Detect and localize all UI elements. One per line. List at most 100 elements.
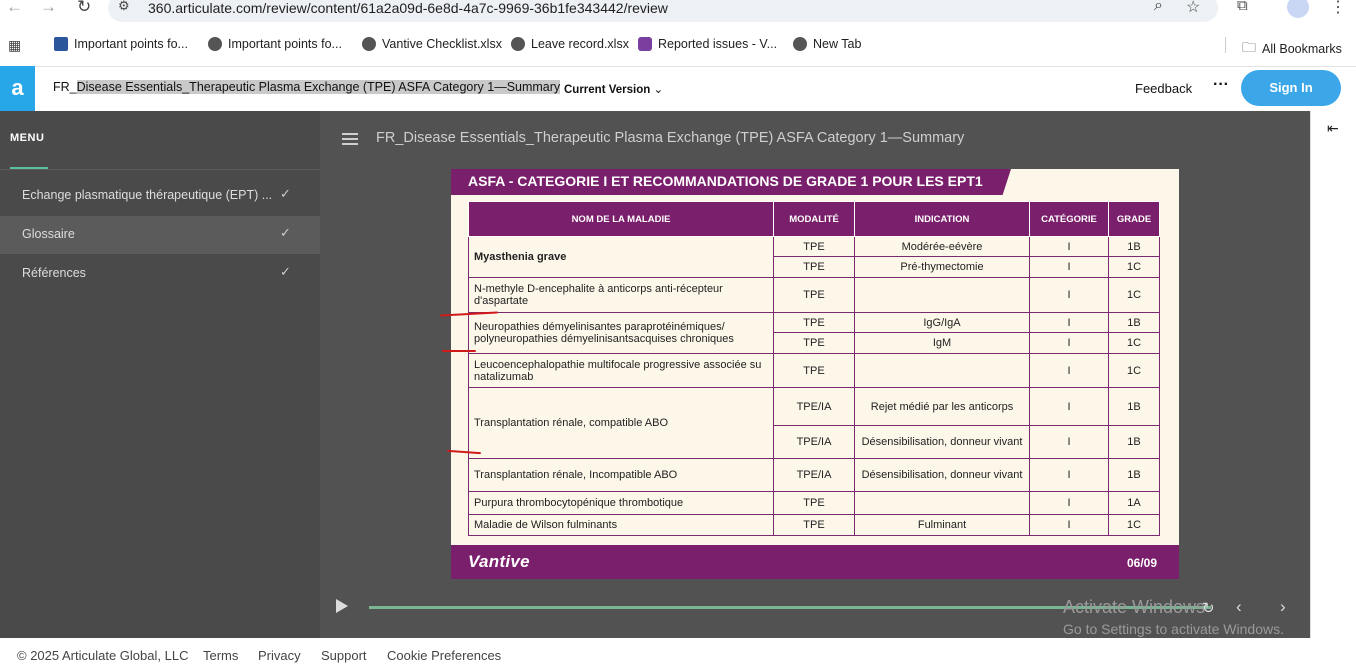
bookmark-item[interactable]: Reported issues - V... [638, 37, 777, 51]
dots-logo-icon [638, 37, 652, 51]
modality-cell: TPE [773, 514, 855, 536]
globe-icon [511, 37, 525, 51]
table-row: Myasthenia grave TPE Modérée-eévère I 1B [468, 236, 1160, 278]
windows-watermark-title: Activate Windows [1063, 597, 1206, 617]
category-cell: I [1029, 491, 1109, 515]
asfa-table: NOM DE LA MALADIE MODALITÉ INDICATION CA… [468, 201, 1160, 536]
globe-icon [362, 37, 376, 51]
forward-icon[interactable]: → [40, 0, 57, 17]
modality-cell: TPE/IA [773, 425, 855, 459]
site-info-icon[interactable]: ⚙ [118, 0, 130, 14]
table-row: Transplantation rénale, Incompatible ABO… [468, 458, 1160, 492]
zoom-icon[interactable]: ⌕ [1154, 0, 1163, 15]
modality-cell: TPE/IA [773, 387, 855, 426]
grade-cell: 1C [1108, 256, 1160, 278]
menu-label: MENU [10, 132, 45, 144]
table-row: Neuropathies démyelinisantes paraprotéin… [468, 312, 1160, 354]
bookmark-item[interactable]: New Tab [793, 37, 861, 51]
check-icon: ✓ [280, 225, 291, 240]
category-cell: I [1029, 425, 1109, 459]
disease-cell: Neuropathies démyelinisantes paraprotéin… [468, 312, 774, 354]
document-title: FR_Disease Essentials_Therapeutic Plasma… [53, 80, 561, 94]
disease-cell: Transplantation rénale, Incompatible ABO [468, 458, 774, 492]
grade-cell: 1B [1108, 458, 1160, 492]
category-cell: I [1029, 387, 1109, 426]
category-cell: I [1029, 353, 1109, 388]
next-slide-icon[interactable]: › [1280, 597, 1286, 617]
hamburger-menu-icon[interactable] [342, 133, 358, 145]
disease-cell: Leucoencephalopathie multifocale progres… [468, 353, 774, 388]
indication-cell [854, 491, 1030, 515]
indication-cell: Fulminant [854, 514, 1030, 536]
category-cell: I [1029, 312, 1109, 333]
pen-annotation [442, 350, 476, 352]
collapse-panel-icon[interactable]: ⇤ [1327, 120, 1339, 137]
browser-menu-icon[interactable]: ⋮ [1330, 0, 1346, 17]
column-header: NOM DE LA MALADIE [468, 201, 774, 237]
word-icon [54, 37, 68, 51]
url-text[interactable]: 360.articulate.com/review/content/61a2a0… [148, 0, 668, 16]
column-header: INDICATION [854, 201, 1030, 237]
chevron-down-icon: ⌄ [653, 84, 664, 96]
modality-cell: TPE [773, 256, 855, 278]
table-header-row: NOM DE LA MALADIE MODALITÉ INDICATION CA… [468, 201, 1160, 237]
modality-cell: TPE [773, 353, 855, 388]
grade-cell: 1B [1108, 236, 1160, 257]
copyright: © 2025 Articulate Global, LLC [17, 648, 189, 663]
disease-cell: N-methyle D-encephalite à anticorps anti… [468, 277, 774, 313]
extensions-icon[interactable]: ⧉ [1237, 0, 1248, 14]
footer-link-privacy[interactable]: Privacy [258, 648, 301, 663]
sidebar-item-ept[interactable]: Echange plasmatique thérapeutique (EPT) … [0, 177, 320, 215]
sidebar-item-glossaire[interactable]: Glossaire ✓ [0, 216, 320, 254]
modality-cell: TPE/IA [773, 458, 855, 492]
previous-slide-icon[interactable]: ‹ [1236, 597, 1242, 617]
column-header: GRADE [1108, 201, 1160, 237]
category-cell: I [1029, 256, 1109, 278]
indication-cell [854, 277, 1030, 313]
feedback-button[interactable]: Feedback [1135, 81, 1192, 96]
modality-cell: TPE [773, 491, 855, 515]
table-row: Maladie de Wilson fulminants TPE Fulmina… [468, 514, 1160, 536]
bookmark-item[interactable]: Important points fo... [54, 37, 188, 51]
disease-cell: Maladie de Wilson fulminants [468, 514, 774, 536]
modality-cell: TPE [773, 312, 855, 333]
grade-cell: 1C [1108, 353, 1160, 388]
check-icon: ✓ [280, 186, 291, 201]
play-icon[interactable] [336, 599, 348, 613]
modality-cell: TPE [773, 236, 855, 257]
bookmark-item[interactable]: Vantive Checklist.xlsx [362, 37, 502, 51]
modality-cell: TPE [773, 277, 855, 313]
vantive-logo: Vantive [468, 552, 530, 571]
sidebar-item-references[interactable]: Références ✓ [0, 255, 320, 293]
bookmark-item[interactable]: Leave record.xlsx [511, 37, 629, 51]
disease-cell: Myasthenia grave [468, 236, 774, 278]
footer-link-cookies[interactable]: Cookie Preferences [387, 648, 501, 663]
indication-cell [854, 353, 1030, 388]
slide-footer [451, 545, 1179, 579]
table-row: N-methyle D-encephalite à anticorps anti… [468, 277, 1160, 313]
more-options-icon[interactable]: ··· [1213, 76, 1229, 94]
table-row: Purpura thrombocytopénique thrombotique … [468, 491, 1160, 515]
back-icon[interactable]: ← [6, 0, 23, 17]
category-cell: I [1029, 332, 1109, 354]
indication-cell: IgG/IgA [854, 312, 1030, 333]
column-header: MODALITÉ [773, 201, 855, 237]
footer-link-terms[interactable]: Terms [203, 648, 238, 663]
category-cell: I [1029, 514, 1109, 536]
reload-icon[interactable]: ↻ [77, 0, 91, 17]
windows-watermark-subtitle: Go to Settings to activate Windows. [1063, 621, 1284, 637]
version-dropdown[interactable]: Current Version ⌄ [564, 82, 663, 96]
footer-link-support[interactable]: Support [321, 648, 367, 663]
menu-separator [0, 169, 320, 170]
sign-in-button[interactable]: Sign In [1241, 70, 1341, 106]
all-bookmarks[interactable]: 🗀 All Bookmarks [1242, 37, 1342, 61]
category-cell: I [1029, 236, 1109, 257]
disease-cell: Purpura thrombocytopénique thrombotique [468, 491, 774, 515]
grade-cell: 1C [1108, 277, 1160, 313]
articulate-logo-icon[interactable]: a [0, 66, 35, 111]
apps-grid-icon[interactable]: ▦ [8, 37, 21, 54]
globe-icon [793, 37, 807, 51]
star-icon[interactable]: ☆ [1186, 0, 1200, 17]
replay-icon[interactable]: ↻ [1202, 599, 1215, 617]
bookmark-item[interactable]: Important points fo... [208, 37, 342, 51]
